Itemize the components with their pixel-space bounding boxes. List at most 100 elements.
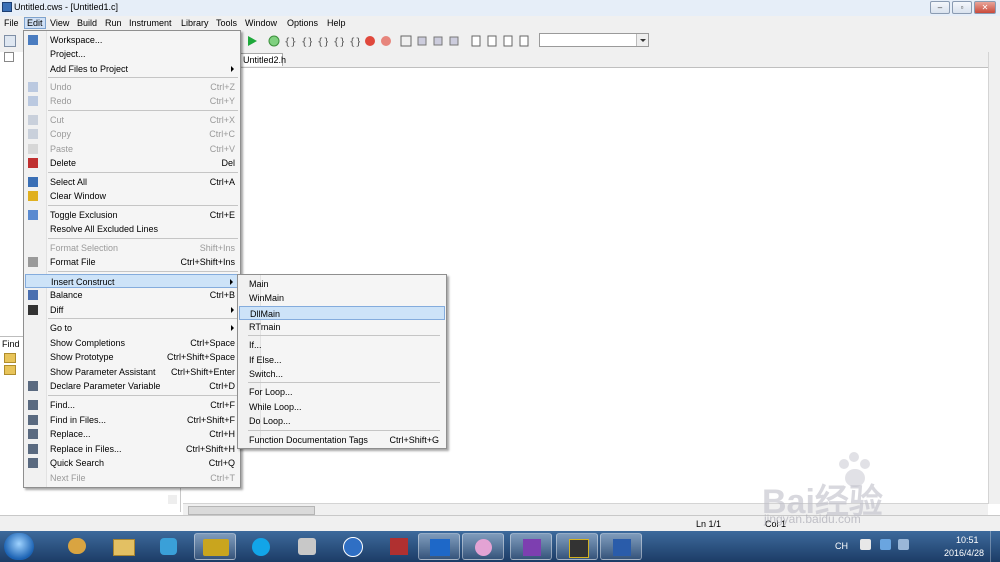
- folder-icon[interactable]: [4, 353, 16, 363]
- edit-menu-item-cut[interactable]: Cut Ctrl+X: [25, 113, 239, 127]
- edit-menu-item-show-completions[interactable]: Show Completions Ctrl+Space: [25, 336, 239, 350]
- page-icon-2[interactable]: [486, 35, 498, 47]
- edit-menu-item-select-all[interactable]: Select All Ctrl+A: [25, 175, 239, 189]
- terminate-icon[interactable]: [380, 35, 392, 47]
- edit-menu-item-find-in-files[interactable]: Find in Files... Ctrl+Shift+F: [25, 413, 239, 427]
- edit-menu-item-clear-window[interactable]: Clear Window: [25, 189, 239, 203]
- wizard-icon[interactable]: [448, 35, 460, 47]
- taskbar-tools-icon[interactable]: [286, 533, 328, 560]
- menu-library[interactable]: Library: [179, 17, 211, 29]
- construct-item-switch[interactable]: Switch...: [239, 367, 445, 381]
- hand-icon[interactable]: [416, 35, 428, 47]
- edit-menu-item-next-file[interactable]: Next File Ctrl+T: [25, 471, 239, 485]
- edit-menu-item-delete[interactable]: Delete Del: [25, 156, 239, 170]
- page-icon-3[interactable]: [502, 35, 514, 47]
- edit-menu-item-quick-search[interactable]: Quick Search Ctrl+Q: [25, 456, 239, 470]
- start-button[interactable]: [4, 533, 34, 560]
- chevron-down-icon[interactable]: [636, 34, 648, 46]
- construct-item-for-loop[interactable]: For Loop...: [239, 385, 445, 399]
- edit-menu-item-copy[interactable]: Copy Ctrl+C: [25, 127, 239, 141]
- workspace-icon[interactable]: [4, 35, 16, 47]
- edit-menu-item-insert-construct[interactable]: Insert Construct: [25, 274, 239, 288]
- edit-menu-item-diff[interactable]: Diff: [25, 303, 239, 317]
- construct-item-if[interactable]: If...: [239, 338, 445, 352]
- scroll-down-icon[interactable]: [168, 495, 177, 504]
- taskbar-media-icon[interactable]: [556, 533, 598, 560]
- step-icon[interactable]: {}: [332, 35, 344, 47]
- run-icon[interactable]: [246, 35, 258, 47]
- taskbar-app-icon[interactable]: [332, 533, 374, 560]
- taskbar-network-icon[interactable]: [148, 533, 190, 560]
- edit-menu-item-toggle-exclusion[interactable]: Toggle Exclusion Ctrl+E: [25, 208, 239, 222]
- folder-icon-2[interactable]: [4, 365, 16, 375]
- menu-edit[interactable]: Edit: [24, 17, 46, 29]
- construct-item-main[interactable]: Main: [239, 277, 445, 291]
- scroll-thumb[interactable]: [188, 506, 315, 515]
- tray-network-icon[interactable]: [880, 539, 891, 550]
- edit-menu-item-go-to[interactable]: Go to: [25, 321, 239, 335]
- edit-menu-item-add-files-to-project[interactable]: Add Files to Project: [25, 62, 239, 76]
- clock-date[interactable]: 2016/4/28: [944, 548, 984, 558]
- construct-item-do-loop[interactable]: Do Loop...: [239, 414, 445, 428]
- maximize-button[interactable]: ▫: [952, 1, 972, 14]
- edit-menu-item-declare-parameter-variable[interactable]: Declare Parameter Variable Ctrl+D: [25, 379, 239, 393]
- edit-menu-item-resolve-all-excluded-lines[interactable]: Resolve All Excluded Lines: [25, 222, 239, 236]
- edit-menu-item-show-prototype[interactable]: Show Prototype Ctrl+Shift+Space: [25, 350, 239, 364]
- edit-menu-item-format-selection[interactable]: Format Selection Shift+Ins: [25, 241, 239, 255]
- tool-icon[interactable]: [400, 35, 412, 47]
- construct-item-winmain[interactable]: WinMain: [239, 291, 445, 305]
- menu-tools[interactable]: Tools: [214, 17, 239, 29]
- continue-icon[interactable]: {}: [348, 35, 360, 47]
- taskbar-utility-icon[interactable]: [378, 533, 420, 560]
- taskbar-cvi-icon[interactable]: [194, 533, 236, 560]
- edit-menu-item-show-parameter-assistant[interactable]: Show Parameter Assistant Ctrl+Shift+Enter: [25, 365, 239, 379]
- step-into-icon[interactable]: {}: [284, 35, 296, 47]
- page-icon-4[interactable]: [518, 35, 530, 47]
- page-icon[interactable]: [470, 35, 482, 47]
- clock-time[interactable]: 10:51: [956, 535, 979, 545]
- edit-menu-item-format-file[interactable]: Format File Ctrl+Shift+Ins: [25, 255, 239, 269]
- menu-instrument[interactable]: Instrument: [127, 17, 174, 29]
- construct-item-rtmain[interactable]: RTmain: [239, 320, 445, 334]
- taskbar-skype-icon[interactable]: [240, 533, 282, 560]
- function-dropdown[interactable]: [539, 33, 649, 47]
- menu-run[interactable]: Run: [103, 17, 124, 29]
- edit-menu-item-find[interactable]: Find... Ctrl+F: [25, 398, 239, 412]
- edit-menu-item-workspace[interactable]: Workspace...: [25, 33, 239, 47]
- taskbar-outlook-icon[interactable]: [418, 533, 460, 560]
- edit-menu-item-replace[interactable]: Replace... Ctrl+H: [25, 427, 239, 441]
- taskbar-visual-studio-icon[interactable]: [510, 533, 552, 560]
- menu-options[interactable]: Options: [285, 17, 320, 29]
- menu-file[interactable]: File: [2, 17, 21, 29]
- breakpoint-icon[interactable]: [268, 35, 280, 47]
- menu-window[interactable]: Window: [243, 17, 279, 29]
- menu-view[interactable]: View: [48, 17, 71, 29]
- construct-item-if-else[interactable]: If Else...: [239, 353, 445, 367]
- step-over-icon[interactable]: {}: [300, 35, 312, 47]
- tab-untitled2[interactable]: Untitled2.h: [238, 53, 286, 66]
- close-button[interactable]: ✕: [974, 1, 996, 14]
- menu-build[interactable]: Build: [75, 17, 99, 29]
- menu-help[interactable]: Help: [325, 17, 348, 29]
- edit-menu-item-replace-in-files[interactable]: Replace in Files... Ctrl+Shift+H: [25, 442, 239, 456]
- edit-menu-item-redo[interactable]: Redo Ctrl+Y: [25, 94, 239, 108]
- show-desktop-button[interactable]: [990, 531, 1000, 562]
- construct-item-dllmain[interactable]: DllMain: [239, 306, 445, 320]
- tray-volume-icon[interactable]: [898, 539, 909, 550]
- taskbar-explorer-icon[interactable]: [102, 533, 144, 560]
- edit-menu-item-project[interactable]: Project...: [25, 47, 239, 61]
- stop-icon[interactable]: [364, 35, 376, 47]
- tree-expand-icon[interactable]: [4, 52, 14, 62]
- taskbar-word-icon[interactable]: [600, 533, 642, 560]
- edit-menu-item-paste[interactable]: Paste Ctrl+V: [25, 142, 239, 156]
- construct-item-while-loop[interactable]: While Loop...: [239, 400, 445, 414]
- minimize-button[interactable]: –: [930, 1, 950, 14]
- taskbar-paint-icon[interactable]: [56, 533, 98, 560]
- tray-language[interactable]: CH: [835, 541, 848, 551]
- taskbar-search-icon[interactable]: [462, 533, 504, 560]
- pointer-icon[interactable]: [432, 35, 444, 47]
- tray-icon[interactable]: [860, 539, 871, 550]
- vertical-scrollbar[interactable]: [988, 52, 1000, 504]
- edit-menu-item-undo[interactable]: Undo Ctrl+Z: [25, 80, 239, 94]
- edit-menu-item-balance[interactable]: Balance Ctrl+B: [25, 288, 239, 302]
